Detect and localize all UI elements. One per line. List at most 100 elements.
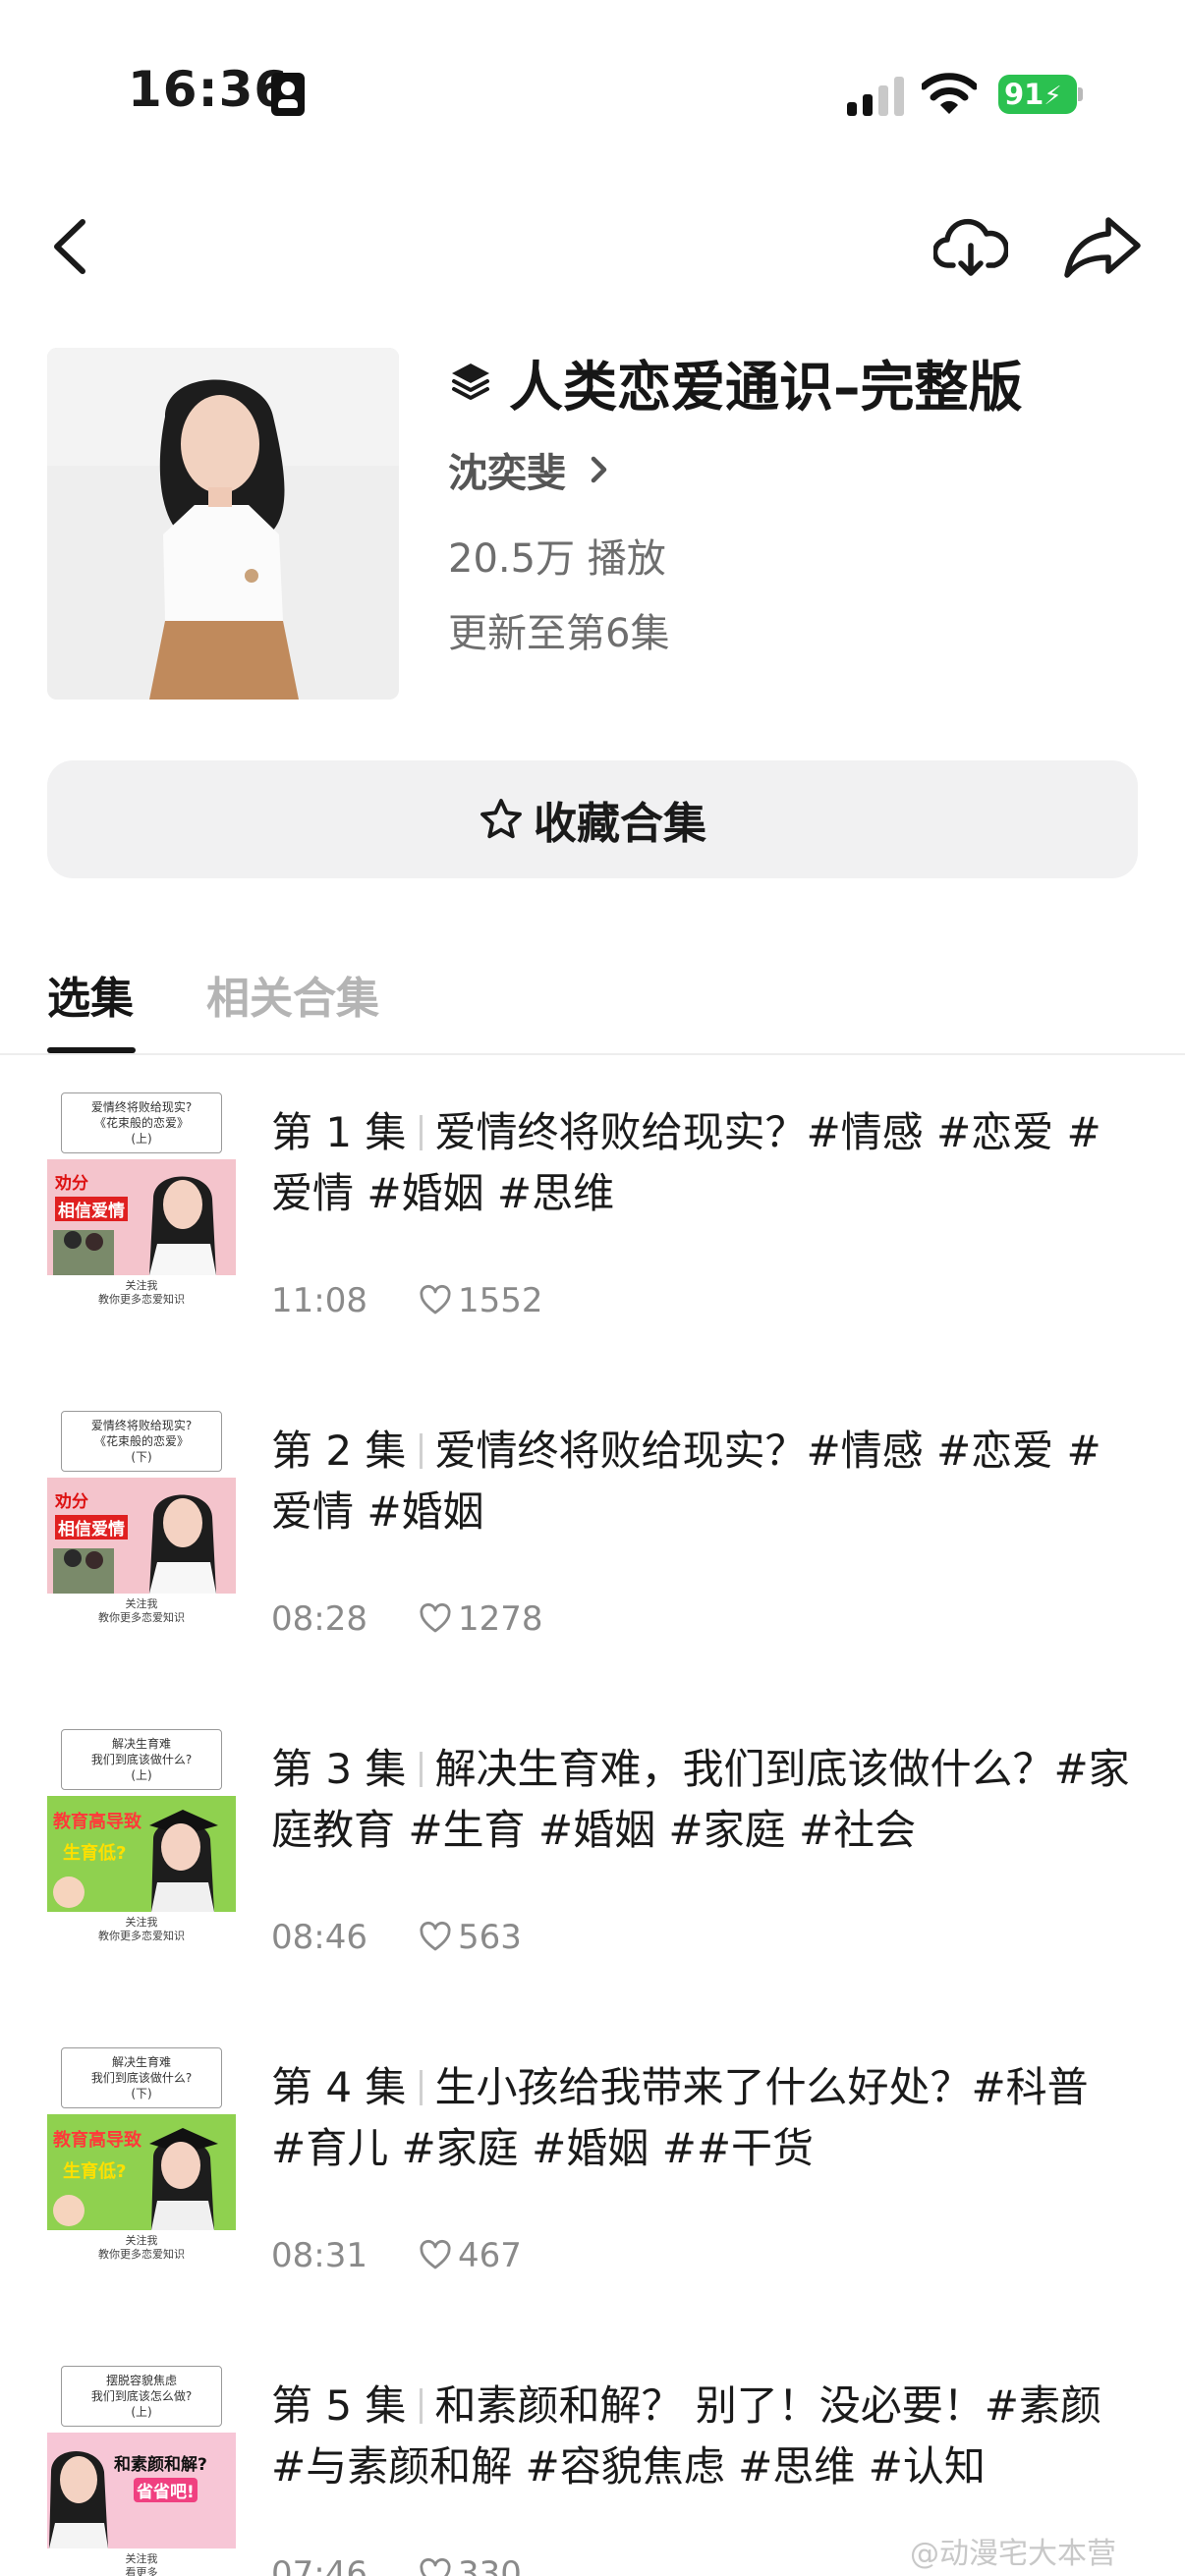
battery-indicator: 91⚡ (998, 75, 1077, 114)
episode-title: 第 3 集解决生育难，我们到底该做什么？#家庭教育 #生育 #婚姻 #家庭 #社… (271, 1739, 1136, 1861)
title-separator (420, 2070, 423, 2105)
episode-number: 第 1 集 (271, 1108, 407, 1156)
episode-likes: 467 (457, 2236, 522, 2275)
thumbnail-footer-line: 教你更多恋爱知识 (98, 2248, 185, 2261)
thumbnail-photo: 和素颜和解? 省省吧! (47, 2433, 236, 2548)
collection-cover-image (47, 348, 399, 700)
title-separator (420, 1433, 423, 1469)
episode-duration: 08:28 (271, 1599, 367, 1639)
id-card-icon (271, 73, 305, 116)
thumbnail-illustration (53, 1176, 216, 1275)
thumbnail-footer: 关注我 教你更多恋爱知识 (47, 1597, 236, 1625)
heart-icon (420, 2557, 451, 2576)
thumbnail-illustration (49, 2451, 108, 2548)
download-cloud-icon[interactable] (933, 216, 1008, 281)
star-icon (480, 799, 522, 839)
episode-duration: 08:31 (271, 2236, 367, 2275)
thumbnail-caption-card: 解决生育难 我们到底该做什么? (上) (61, 1729, 222, 1790)
tab-divider (0, 1053, 1185, 1055)
charging-bolt-icon: ⚡ (1044, 82, 1062, 111)
thumbnail-caption: 《花束般的恋爱》 (93, 1116, 189, 1130)
episode-item[interactable]: 解决生育难 我们到底该做什么? (下) 教育高导致 生育低? 关注我 教你更多恋… (0, 2044, 1185, 2338)
episode-likes: 1552 (457, 1281, 543, 1320)
collect-button-label: 收藏合集 (534, 799, 706, 849)
episode-likes: 330 (457, 2554, 522, 2576)
thumbnail-footer-line: 关注我 (125, 1916, 158, 1929)
thumbnail-caption: (下) (131, 2087, 152, 2100)
episode-likes: 1278 (457, 1599, 543, 1639)
back-arrow-icon[interactable] (43, 214, 102, 279)
thumbnail-caption: 《花束般的恋爱》 (93, 1434, 189, 1448)
title-separator (420, 1752, 423, 1787)
thumbnail-illustration (53, 2128, 218, 2230)
status-time: 16:36 (128, 61, 290, 118)
thumbnail-footer-line: 关注我 (125, 1597, 158, 1610)
episode-number: 第 2 集 (271, 1427, 407, 1475)
thumbnail-caption: 解决生育难 (111, 2055, 171, 2069)
thumbnail-footer: 关注我 看更多 (47, 2552, 236, 2576)
episode-duration: 11:08 (271, 1281, 367, 1320)
tab-related-collections[interactable]: 相关合集 (206, 963, 379, 1026)
thumbnail-caption: 我们到底该做什么? (90, 1753, 193, 1766)
tab-episodes[interactable]: 选集 (47, 963, 134, 1026)
episode-meta: 08:28 1278 (271, 1596, 543, 1643)
thumbnail-footer-line: 教你更多恋爱知识 (98, 1293, 185, 1306)
heart-icon (420, 2239, 451, 2269)
title-separator (420, 2388, 423, 2424)
layers-icon (452, 364, 489, 400)
episode-title: 第 2 集爱情终将败给现实？#情感 #恋爱 #爱情 #婚姻 (271, 1421, 1136, 1542)
thumbnail-caption: (上) (131, 1768, 152, 1782)
episode-thumbnail: 摆脱容貌焦虑 我们到底该怎么做? (上) 和素颜和解? 省省吧! 关注我 看更多 (47, 2362, 236, 2576)
heart-icon (420, 1921, 451, 1951)
episode-number: 第 5 集 (271, 2381, 407, 2430)
thumbnail-footer-line: 教你更多恋爱知识 (98, 1611, 185, 1624)
thumbnail-caption: 爱情终将败给现实? (90, 1419, 193, 1432)
thumbnail-footer-line: 教你更多恋爱知识 (98, 1930, 185, 1942)
thumbnail-footer-line: 关注我 (125, 2234, 158, 2247)
thumbnail-footer-line: 关注我 (125, 2552, 158, 2565)
battery-tip (1078, 87, 1083, 101)
episode-title: 第 5 集和素颜和解？ 别了！没必要！#素颜 #与素颜和解 #容貌焦虑 #思维 … (271, 2376, 1136, 2497)
watermark-text: @动漫宅大本营 (910, 2537, 1116, 2571)
thumbnail-footer: 关注我 教你更多恋爱知识 (47, 1279, 236, 1307)
thumbnail-caption-card: 爱情终将败给现实? 《花束般的恋爱》 (下) (61, 1411, 222, 1472)
episode-title: 第 1 集爱情终将败给现实？#情感 #恋爱 #爱情 #婚姻 #思维 (271, 1102, 1136, 1224)
episode-meta: 08:46 563 (271, 1914, 522, 1961)
wifi-icon (922, 73, 977, 114)
episode-title: 第 4 集生小孩给我带来了什么好处？#科普 #育儿 #家庭 #婚姻 ##干货 (271, 2057, 1136, 2179)
episode-item[interactable]: 解决生育难 我们到底该做什么? (上) 教育高导致 生育低? 关注我 教你更多恋… (0, 1725, 1185, 2020)
share-arrow-icon[interactable] (1063, 214, 1142, 279)
cellular-signal-icon (847, 75, 906, 116)
thumbnail-caption: 摆脱容貌焦虑 (105, 2374, 177, 2387)
thumbnail-caption: 爱情终将败给现实? (90, 1100, 193, 1114)
episode-meta: 07:46 330 (271, 2550, 522, 2576)
thumbnail-caption: 解决生育难 (111, 1737, 171, 1751)
collection-title-row: 人类恋爱通识–完整版 (448, 348, 1156, 419)
thumbnail-footer: 关注我 教你更多恋爱知识 (47, 1916, 236, 1943)
collect-collection-button[interactable]: 收藏合集 (47, 760, 1138, 878)
episode-item[interactable]: 爱情终将败给现实? 《花束般的恋爱》 (上) 劝分 相信爱情 关注我 教你更多恋… (0, 1089, 1185, 1383)
play-count: 20.5万 播放 (448, 536, 666, 582)
thumbnail-caption: (下) (131, 1450, 152, 1464)
episode-thumbnail: 爱情终将败给现实? 《花束般的恋爱》 (上) 劝分 相信爱情 关注我 教你更多恋… (47, 1089, 236, 1320)
thumbnail-footer: 关注我 教你更多恋爱知识 (47, 2234, 236, 2262)
heart-icon (420, 1602, 451, 1633)
episode-duration: 08:46 (271, 1918, 367, 1957)
episode-thumbnail: 解决生育难 我们到底该做什么? (上) 教育高导致 生育低? 关注我 教你更多恋… (47, 1725, 236, 1957)
episode-item[interactable]: 爱情终将败给现实? 《花束般的恋爱》 (下) 劝分 相信爱情 关注我 教你更多恋… (0, 1407, 1185, 1702)
update-status: 更新至第6集 (448, 611, 670, 656)
thumbnail-caption-card: 摆脱容貌焦虑 我们到底该怎么做? (上) (61, 2366, 222, 2427)
thumbnail-caption: (上) (131, 1132, 152, 1146)
thumbnail-caption: (上) (131, 2405, 152, 2419)
thumbnail-illustration (53, 1810, 218, 1912)
episode-thumbnail: 爱情终将败给现实? 《花束般的恋爱》 (下) 劝分 相信爱情 关注我 教你更多恋… (47, 1407, 236, 1639)
title-separator (420, 1115, 423, 1150)
author-link[interactable]: 沈奕斐 (448, 440, 613, 499)
thumbnail-caption-card: 爱情终将败给现实? 《花束般的恋爱》 (上) (61, 1092, 222, 1153)
episode-thumbnail: 解决生育难 我们到底该做什么? (下) 教育高导致 生育低? 关注我 教你更多恋… (47, 2044, 236, 2275)
thumbnail-footer-line: 看更多 (125, 2566, 158, 2576)
thumbnail-caption-card: 解决生育难 我们到底该做什么? (下) (61, 2047, 222, 2108)
thumbnail-photo: 教育高导致 生育低? (47, 1796, 236, 1912)
thumbnail-photo: 劝分 相信爱情 (47, 1159, 236, 1275)
thumbnail-caption: 我们到底该怎么做? (90, 2389, 193, 2403)
